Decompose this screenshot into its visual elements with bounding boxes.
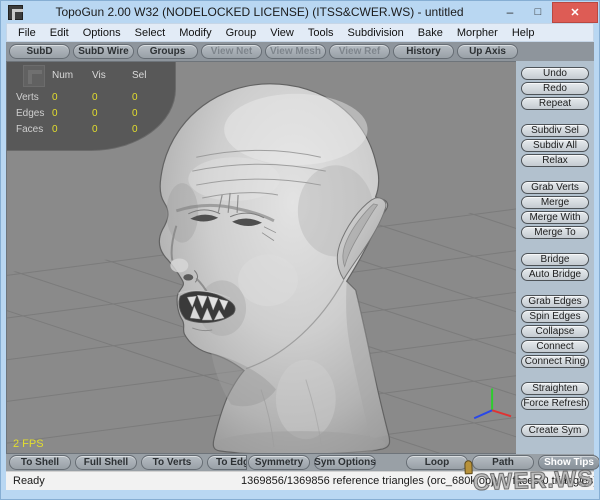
status-message: 1369856/1369856 reference triangles (orc…	[241, 475, 594, 487]
spin-edges-button[interactable]: Spin Edges	[521, 310, 589, 323]
stats-edges-num: 0	[52, 105, 92, 121]
show-tips-button[interactable]: Show Tips	[538, 455, 600, 470]
full-shell-button[interactable]: Full Shell	[75, 455, 137, 470]
menu-tools[interactable]: Tools	[301, 27, 341, 39]
menu-edit[interactable]: Edit	[43, 27, 76, 39]
repeat-button[interactable]: Repeat	[521, 97, 589, 110]
orc-head-model	[159, 84, 389, 453]
resize-grip[interactable]	[580, 476, 592, 488]
subd-wire-button[interactable]: SubD Wire	[73, 44, 134, 59]
menu-view[interactable]: View	[263, 27, 301, 39]
loop-button[interactable]: Loop	[406, 455, 468, 470]
straighten-button[interactable]: Straighten	[521, 382, 589, 395]
status-state: Ready	[6, 475, 241, 487]
groups-button[interactable]: Groups	[137, 44, 198, 59]
create-sym-button[interactable]: Create Sym	[521, 424, 589, 437]
to-shell-button[interactable]: To Shell	[9, 455, 71, 470]
stats-faces-vis: 0	[92, 121, 132, 137]
stats-verts-sel: 0	[132, 89, 170, 105]
menu-select[interactable]: Select	[128, 27, 173, 39]
collapse-button[interactable]: Collapse	[521, 325, 589, 338]
stats-edges-vis: 0	[92, 105, 132, 121]
main-area: Num Vis Sel Verts 0 0 0 Edges 0 0 0 Face…	[6, 61, 594, 454]
stats-row-label: Verts	[16, 89, 52, 105]
merge-to-button[interactable]: Merge To	[521, 226, 589, 239]
app-window: TopoGun 2.00 W32 (NODELOCKED LICENSE) (I…	[0, 0, 600, 500]
menu-options[interactable]: Options	[76, 27, 128, 39]
subdiv-sel-button[interactable]: Subdiv Sel	[521, 124, 589, 137]
window-controls: – □ ✕	[496, 1, 599, 23]
minimize-icon[interactable]: –	[496, 1, 524, 23]
stats-row-label: Edges	[16, 105, 52, 121]
close-icon[interactable]: ✕	[552, 2, 598, 23]
maximize-icon[interactable]: □	[524, 1, 552, 23]
stats-col-vis: Vis	[92, 61, 132, 89]
relax-button[interactable]: Relax	[521, 154, 589, 167]
axis-gizmo-icon	[474, 388, 511, 418]
titlebar: TopoGun 2.00 W32 (NODELOCKED LICENSE) (I…	[1, 1, 599, 23]
subdiv-all-button[interactable]: Subdiv All	[521, 139, 589, 152]
menu-bake[interactable]: Bake	[411, 27, 450, 39]
stats-row-label: Faces	[16, 121, 52, 137]
view-net-button[interactable]: View Net	[201, 44, 262, 59]
grab-edges-button[interactable]: Grab Edges	[521, 295, 589, 308]
stats-faces-num: 0	[52, 121, 92, 137]
view-mesh-button[interactable]: View Mesh	[265, 44, 326, 59]
subd-button[interactable]: SubD	[9, 44, 70, 59]
menu-group[interactable]: Group	[219, 27, 264, 39]
up-axis-button[interactable]: Up Axis	[457, 44, 518, 59]
to-edge-button[interactable]: To Edge	[207, 455, 247, 470]
fps-counter: 2 FPS	[13, 438, 44, 450]
menu-morpher[interactable]: Morpher	[450, 27, 505, 39]
menu-subdivision[interactable]: Subdivision	[341, 27, 411, 39]
undo-button[interactable]: Undo	[521, 67, 589, 80]
topogun-logo-watermark	[23, 65, 45, 87]
merge-with-button[interactable]: Merge With	[521, 211, 589, 224]
menu-bar: File Edit Options Select Modify Group Vi…	[6, 23, 594, 42]
bridge-button[interactable]: Bridge	[521, 253, 589, 266]
stats-verts-num: 0	[52, 89, 92, 105]
app-logo-icon	[8, 5, 23, 20]
force-refresh-button[interactable]: Force Refresh	[521, 397, 589, 410]
merge-button[interactable]: Merge	[521, 196, 589, 209]
path-button[interactable]: Path	[472, 455, 534, 470]
status-bar: Ready 1369856/1369856 reference triangle…	[6, 471, 594, 490]
stats-col-sel: Sel	[132, 61, 170, 89]
connect-button[interactable]: Connect	[521, 340, 589, 353]
history-button[interactable]: History	[393, 44, 454, 59]
window-title: TopoGun 2.00 W32 (NODELOCKED LICENSE) (I…	[23, 5, 496, 19]
stats-edges-sel: 0	[132, 105, 170, 121]
auto-bridge-button[interactable]: Auto Bridge	[521, 268, 589, 281]
menu-help[interactable]: Help	[505, 27, 542, 39]
bottom-toolbar: To Shell Full Shell To Verts To Edge Sym…	[6, 454, 594, 471]
redo-button[interactable]: Redo	[521, 82, 589, 95]
connect-ring-button[interactable]: Connect Ring	[521, 355, 589, 368]
grab-verts-button[interactable]: Grab Verts	[521, 181, 589, 194]
view-ref-button[interactable]: View Ref	[329, 44, 390, 59]
symmetry-button[interactable]: Symmetry	[248, 455, 310, 470]
stats-verts-vis: 0	[92, 89, 132, 105]
menu-file[interactable]: File	[11, 27, 43, 39]
stats-col-num: Num	[52, 61, 92, 89]
stats-faces-sel: 0	[132, 121, 170, 137]
menu-modify[interactable]: Modify	[172, 27, 218, 39]
tools-sidebar: Undo Redo Repeat Subdiv Sel Subdiv All R…	[516, 61, 594, 454]
viewport-3d[interactable]: Num Vis Sel Verts 0 0 0 Edges 0 0 0 Face…	[6, 61, 518, 454]
to-verts-button[interactable]: To Verts	[141, 455, 203, 470]
top-toolbar: SubD SubD Wire Groups View Net View Mesh…	[6, 42, 594, 61]
sym-options-button[interactable]: Sym Options	[314, 455, 376, 470]
